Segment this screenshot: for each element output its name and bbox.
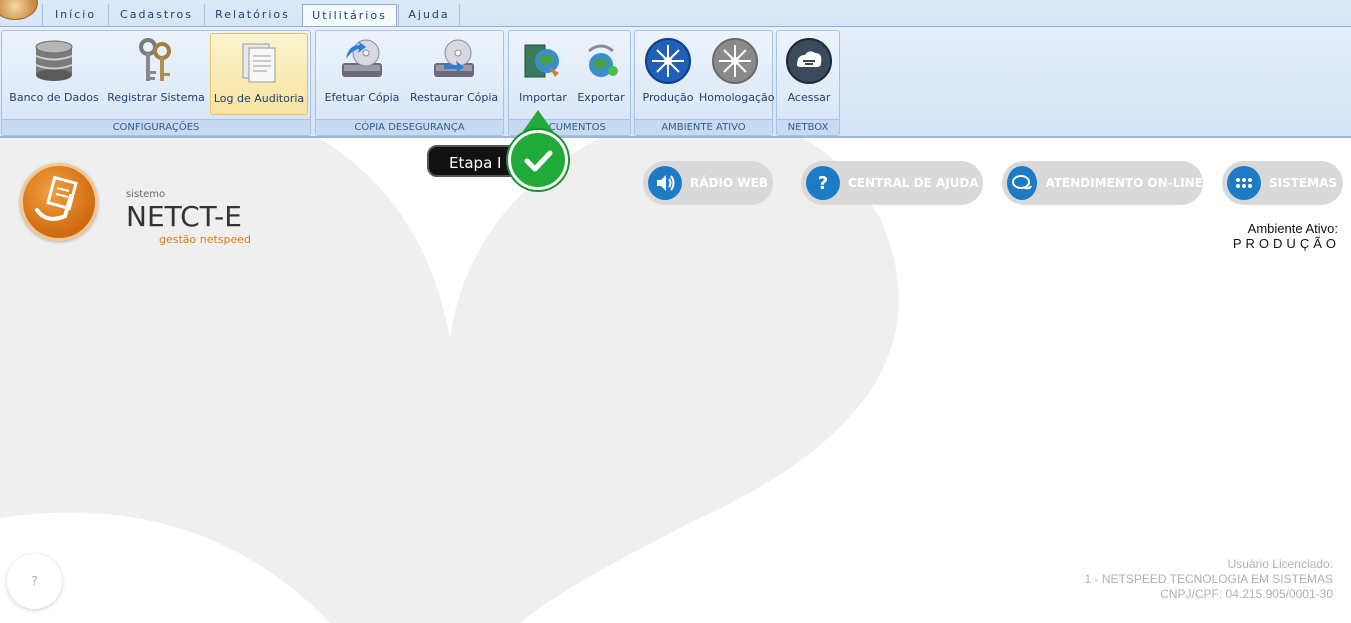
producao-label: Produção [642,91,694,104]
efetuar-copia-label: Efetuar Cópia [324,91,400,104]
producao-burst-icon [645,38,691,84]
restaurar-copia-button[interactable]: Restaurar Cópia [410,33,498,115]
tab-inicio[interactable]: Início [42,4,108,26]
logo-icon [20,163,98,241]
ribbon: Início Cadastros Relatórios Utilitários … [0,0,1351,138]
homologacao-button[interactable]: Homologação [699,33,775,115]
banco-de-dados-button[interactable]: Banco de Dados [8,33,100,115]
acessar-button[interactable]: Acessar [781,33,837,115]
importar-label: Importar [519,91,567,104]
ambiente-ativo-value: PRODUÇÃO [1232,236,1340,251]
group-configuracoes: Banco de Dados Registrar Sistema Log de … [1,30,311,136]
log-de-auditoria-label: Log de Auditoria [213,92,305,105]
radio-web-button[interactable]: RÁDIO WEB [643,161,773,205]
homologacao-label: Homologação [699,91,775,104]
grid-icon [1227,166,1261,200]
ambiente-ativo-label: Ambiente Ativo: [1247,221,1338,236]
help-bubble-button[interactable]: ? [7,554,62,609]
chat-icon [1007,166,1038,200]
license-company: 1 - NETSPEED TECNOLOGIA EM SISTEMAS [1084,572,1333,586]
group-ambiente-ativo: Produção Homologação AMBIENTE ATIVO [634,30,775,136]
registrar-sistema-label: Registrar Sistema [107,91,205,104]
ribbon-body: Banco de Dados Registrar Sistema Log de … [0,26,1351,136]
tab-relatorios[interactable]: Relatórios [204,4,300,26]
check-icon[interactable] [508,130,568,190]
license-label: Usuário Licenciado: [1227,557,1333,571]
atendimento-online-button[interactable]: ATENDIMENTO ON-LINE [1002,161,1203,205]
logo-name: NETCT-E [126,200,242,233]
central-de-ajuda-button[interactable]: ? CENTRAL DE AJUDA [801,161,983,205]
radio-web-label: RÁDIO WEB [690,176,768,190]
log-de-auditoria-button[interactable]: Log de Auditoria [210,33,308,115]
netbox-cloud-icon [786,38,832,84]
exportar-label: Exportar [577,91,625,104]
logo-subtitle: gestão netspeed [159,233,252,246]
license-cnpj: CNPJ/CPF: 04.215.905/0001-30 [1160,587,1333,601]
tab-ajuda[interactable]: Ajuda [398,4,460,26]
group-label-configuracoes: CONFIGURAÇÕES [2,119,310,135]
database-icon [35,40,73,81]
atendimento-online-label: ATENDIMENTO ON-LINE [1045,176,1203,190]
tab-bar: Início Cadastros Relatórios Utilitários … [0,4,1351,28]
sistemas-button[interactable]: SISTEMAS [1222,161,1343,205]
tab-utilitarios[interactable]: Utilitários [302,4,397,28]
producao-button[interactable]: Produção [639,33,697,115]
group-label-netbox: NETBOX [777,119,839,135]
question-icon: ? [806,166,840,200]
import-globe-icon [524,44,559,78]
importar-button[interactable]: Importar [513,33,573,115]
group-label-copia: CÓPIA DESEGURANÇA [316,119,503,135]
logo-small-text: sistemo [126,189,166,200]
export-globe-icon [588,44,618,77]
exportar-button[interactable]: Exportar [573,33,629,115]
group-copia-seguranca: Efetuar Cópia Restaurar Cópia CÓPIA DESE… [315,30,504,136]
document-icon [242,43,276,83]
homologacao-burst-icon [712,38,758,84]
speaker-icon [648,166,682,200]
tab-cadastros[interactable]: Cadastros [108,4,204,26]
disk-restore-icon [434,39,474,77]
banco-de-dados-label: Banco de Dados [9,91,99,104]
central-de-ajuda-label: CENTRAL DE AJUDA [848,176,979,190]
acessar-label: Acessar [787,91,831,104]
group-netbox: Acessar NETBOX [776,30,840,136]
sistemas-label: SISTEMAS [1269,176,1338,190]
disk-backup-icon [342,39,382,77]
restaurar-copia-label: Restaurar Cópia [410,91,499,104]
group-label-ambiente: AMBIENTE ATIVO [635,119,772,135]
efetuar-copia-button[interactable]: Efetuar Cópia [322,33,402,115]
registrar-sistema-button[interactable]: Registrar Sistema [106,33,206,115]
logo-glyph [35,175,78,221]
keys-icon [139,38,171,81]
